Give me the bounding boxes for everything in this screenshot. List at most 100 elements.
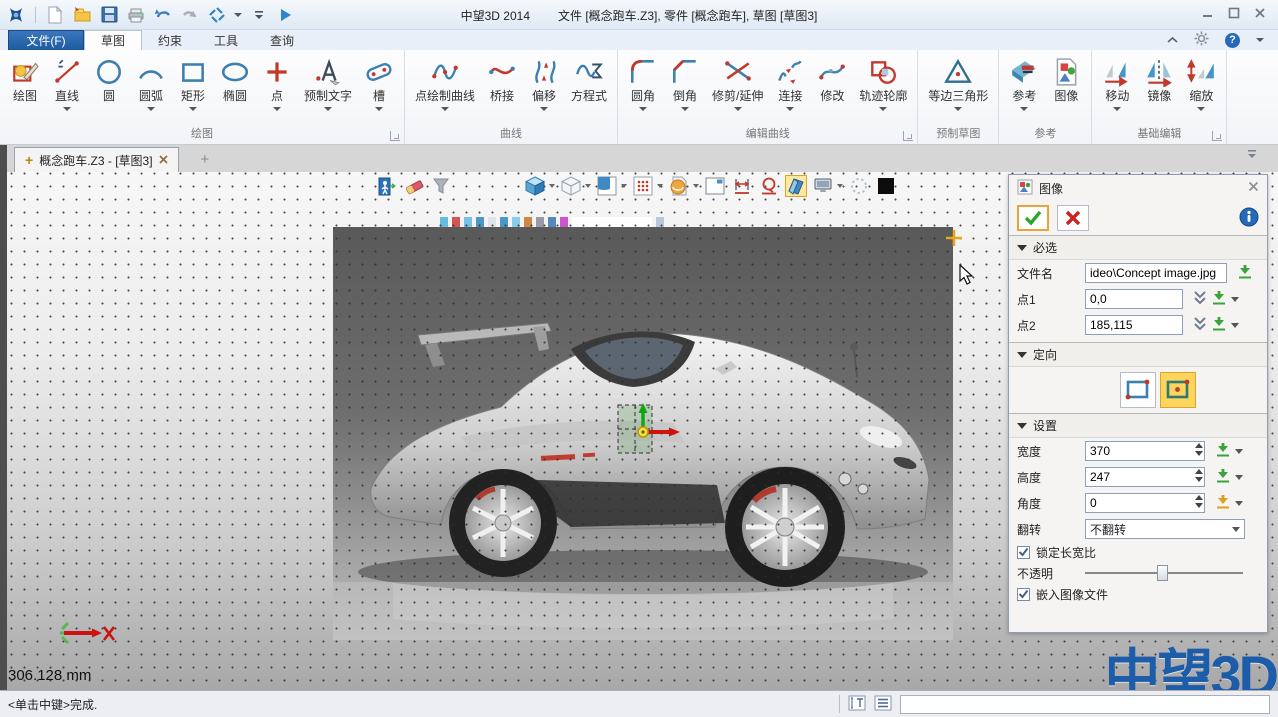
display-mode-icon[interactable] (812, 175, 834, 197)
orient-corner-button[interactable] (1120, 372, 1156, 408)
height-input[interactable] (1085, 467, 1205, 487)
point2-pick-icon[interactable] (1211, 316, 1227, 335)
point-curve-dropdown-caret[interactable] (441, 107, 449, 111)
rectangle-button[interactable]: 矩形 (172, 52, 214, 124)
shaded-view-caret[interactable] (549, 184, 555, 188)
width-pick-icon[interactable] (1215, 442, 1231, 461)
customize-toolbar-icon[interactable] (249, 5, 269, 25)
section-orientation[interactable]: 定向 (1009, 342, 1267, 367)
reference-button[interactable]: 参考 (1003, 52, 1045, 124)
orbit-view-caret[interactable] (693, 184, 699, 188)
image-drag-handle[interactable] (610, 400, 686, 462)
fillet-button[interactable]: 圆角 (622, 52, 664, 124)
ready-text-button[interactable]: 预制文字 (298, 52, 358, 124)
trace-profile-button[interactable]: 轨迹轮廓 (853, 52, 913, 124)
slider-thumb[interactable] (1157, 565, 1168, 581)
modify-button[interactable]: 修改 (811, 52, 853, 124)
basic-edit-dialog-launcher[interactable] (1212, 131, 1222, 141)
reference-dropdown-caret[interactable] (1020, 107, 1028, 111)
embed-image-checkbox[interactable] (1017, 588, 1030, 601)
command-input[interactable] (900, 695, 1270, 714)
tab-constraint[interactable]: 约束 (142, 30, 198, 50)
move-button[interactable]: 移动 (1096, 52, 1138, 124)
connect-button[interactable]: 连接 (769, 52, 811, 124)
open-file-icon[interactable] (72, 5, 92, 25)
panel-close-icon[interactable] (1248, 181, 1259, 195)
section-required[interactable]: 必选 (1009, 235, 1267, 260)
save-icon[interactable] (99, 5, 119, 25)
close-button[interactable] (1254, 6, 1266, 24)
angle-spinner[interactable] (1195, 495, 1203, 508)
text-dropdown-caret[interactable] (324, 107, 332, 111)
point2-options-caret[interactable] (1231, 323, 1239, 328)
angle-options-caret[interactable] (1235, 501, 1243, 506)
regen-icon[interactable] (207, 5, 227, 25)
width-options-caret[interactable] (1235, 449, 1243, 454)
slot-button[interactable]: 槽 (358, 52, 400, 124)
ellipse-button[interactable]: 椭圆 (214, 52, 256, 124)
maximize-button[interactable] (1228, 6, 1240, 24)
wireframe-view-icon[interactable] (560, 175, 582, 197)
height-options-caret[interactable] (1235, 475, 1243, 480)
ok-button[interactable] (1017, 205, 1049, 231)
point-grid-icon[interactable] (632, 175, 654, 197)
fillet-dropdown-caret[interactable] (639, 107, 647, 111)
shaded-view-icon[interactable] (524, 175, 546, 197)
point1-options-caret[interactable] (1231, 297, 1239, 302)
help-icon[interactable]: ? (1225, 33, 1240, 48)
circle-button[interactable]: 圆 (88, 52, 130, 124)
opacity-slider[interactable] (1085, 564, 1243, 582)
info-button[interactable] (1239, 207, 1259, 230)
sketch-button[interactable]: 绘图 (4, 52, 46, 124)
point1-pick-icon[interactable] (1211, 290, 1227, 309)
width-input[interactable] (1085, 441, 1205, 461)
minimize-button[interactable] (1202, 6, 1214, 24)
wireframe-view-caret[interactable] (585, 184, 591, 188)
filename-input[interactable] (1085, 263, 1227, 283)
connect-dropdown-caret[interactable] (786, 107, 794, 111)
help-dropdown-caret[interactable] (1256, 38, 1264, 42)
offset-dropdown-caret[interactable] (540, 107, 548, 111)
point2-expand-icon[interactable] (1193, 316, 1207, 334)
point-grid-caret[interactable] (657, 184, 663, 188)
draw-dialog-launcher[interactable] (390, 131, 400, 141)
section-settings[interactable]: 设置 (1009, 413, 1267, 438)
regen-dropdown-caret[interactable] (234, 13, 242, 17)
point-button[interactable]: 点 (256, 52, 298, 124)
point2-input[interactable] (1085, 315, 1183, 335)
image-button[interactable]: 图像 (1045, 52, 1087, 124)
play-macro-icon[interactable] (276, 5, 296, 25)
cancel-button[interactable] (1057, 205, 1089, 231)
redo-icon[interactable] (180, 5, 200, 25)
trim-dropdown-caret[interactable] (734, 107, 742, 111)
arc-button[interactable]: 圆弧 (130, 52, 172, 124)
filter-icon[interactable] (430, 175, 452, 197)
chamfer-button[interactable]: 倒角 (664, 52, 706, 124)
bridge-button[interactable]: 桥接 (481, 52, 523, 124)
undo-icon[interactable] (153, 5, 173, 25)
active-sketch-plane-icon[interactable] (785, 175, 807, 197)
scale-dropdown-caret[interactable] (1197, 107, 1205, 111)
height-pick-icon[interactable] (1215, 468, 1231, 487)
command-list-icon[interactable] (874, 695, 892, 714)
scale-button[interactable]: 缩放 (1180, 52, 1222, 124)
filename-pick-icon[interactable] (1237, 264, 1253, 283)
point-curve-button[interactable]: 点绘制曲线 (409, 52, 481, 124)
tab-list-caret[interactable] (1246, 146, 1258, 164)
dashed-circle-icon[interactable] (848, 175, 870, 197)
document-tab-close-icon[interactable] (159, 153, 168, 167)
print-icon[interactable] (126, 5, 146, 25)
document-tab[interactable]: + 概念跑车.Z3 - [草图3] (14, 147, 179, 172)
eraser-icon[interactable] (403, 175, 425, 197)
arc-dropdown-caret[interactable] (147, 107, 155, 111)
settings-gear-icon[interactable] (1194, 31, 1209, 49)
point1-expand-icon[interactable] (1193, 290, 1207, 308)
collapse-ribbon-icon[interactable] (1167, 33, 1178, 47)
tab-inquire[interactable]: 查询 (254, 30, 310, 50)
chamfer-dropdown-caret[interactable] (681, 107, 689, 111)
view-plane-caret[interactable] (621, 184, 627, 188)
viewport-icon[interactable] (704, 175, 726, 197)
orient-center-button[interactable] (1160, 372, 1196, 408)
input-mode-icon[interactable] (848, 695, 866, 714)
trace-dropdown-caret[interactable] (879, 107, 887, 111)
